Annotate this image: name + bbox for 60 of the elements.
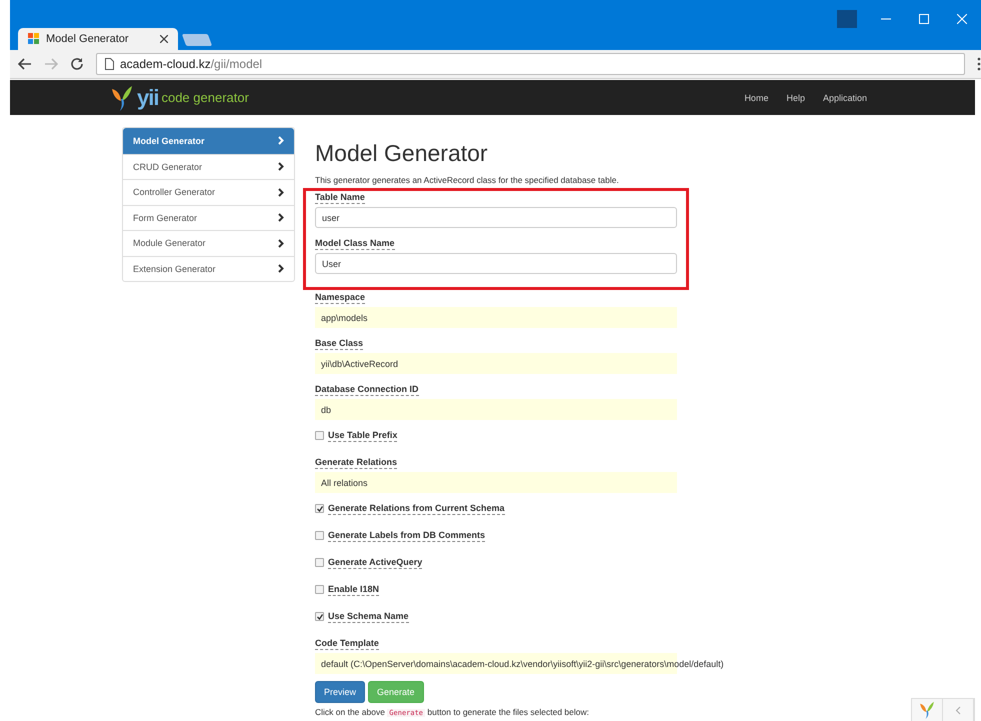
checkbox[interactable] bbox=[315, 431, 324, 440]
checkbox[interactable] bbox=[315, 558, 324, 567]
sidebar-item[interactable]: Model Generator bbox=[123, 128, 294, 154]
field-label: Code Template bbox=[315, 638, 379, 650]
logo[interactable]: yii code generator bbox=[110, 84, 249, 110]
input-field[interactable]: User bbox=[315, 253, 677, 274]
input-field[interactable]: yii\db\ActiveRecord bbox=[315, 353, 677, 374]
maximize-icon[interactable] bbox=[919, 14, 929, 24]
field-label: Namespace bbox=[315, 292, 366, 304]
chevron-icon bbox=[278, 264, 284, 274]
new-tab-button[interactable] bbox=[182, 34, 212, 46]
chevron-icon bbox=[278, 188, 284, 197]
field-label: Base Class bbox=[315, 338, 364, 350]
field-label: Generate Relations bbox=[315, 457, 398, 469]
chevron-icon bbox=[955, 706, 961, 714]
checkbox[interactable] bbox=[315, 585, 324, 594]
checkbox[interactable] bbox=[315, 612, 324, 621]
checkbox-label[interactable]: Generate Relations from Current Schema bbox=[328, 503, 505, 515]
nav-link[interactable]: Home bbox=[744, 92, 768, 102]
address-bar[interactable]: academ-cloud.kz/gii/model bbox=[96, 53, 965, 75]
sidebar-item[interactable]: Controller Generator bbox=[123, 179, 294, 204]
favicon-icon bbox=[28, 33, 40, 45]
checkbox-label[interactable]: Use Schema Name bbox=[328, 611, 409, 623]
sidebar-item[interactable]: Form Generator bbox=[123, 204, 294, 230]
close-tab-icon[interactable] bbox=[160, 35, 168, 43]
nav-link[interactable]: Application bbox=[822, 92, 867, 102]
checkbox[interactable] bbox=[315, 531, 324, 540]
back-icon[interactable] bbox=[18, 58, 32, 70]
checkbox-label[interactable]: Generate ActiveQuery bbox=[328, 557, 422, 569]
field-label: Database Connection ID bbox=[315, 384, 419, 396]
checkbox[interactable] bbox=[315, 504, 324, 513]
browser-tab[interactable]: Model Generator bbox=[18, 28, 178, 50]
input-field[interactable]: default (C:\OpenServer\domains\academ-cloud.kz\vendor\yiisoft\yii2-gii\src\generators\model/default) bbox=[315, 653, 726, 674]
sidebar-item[interactable]: Module Generator bbox=[123, 230, 294, 256]
chevron-icon bbox=[278, 238, 284, 248]
chevron-icon bbox=[278, 162, 284, 172]
checkbox-label[interactable]: Generate Labels from DB Comments bbox=[328, 530, 486, 542]
input-field[interactable]: db bbox=[315, 399, 677, 420]
close-icon[interactable] bbox=[957, 14, 967, 24]
checkbox-label[interactable]: Enable I18N bbox=[328, 584, 380, 596]
input-field[interactable]: All relations bbox=[315, 472, 677, 493]
chevron-icon bbox=[278, 136, 284, 146]
reload-icon[interactable] bbox=[70, 57, 84, 71]
field-label: Model Class Name bbox=[315, 238, 395, 250]
description: This generator generates an ActiveRecord class for the specified database table. bbox=[315, 175, 620, 185]
nav-link[interactable]: Help bbox=[786, 92, 805, 102]
sidebar-item[interactable]: Extension Generator bbox=[123, 256, 294, 281]
menu-icon[interactable] bbox=[977, 57, 981, 71]
logo-icon bbox=[918, 701, 936, 719]
url-text: academ-cloud.kz/gii/model bbox=[120, 57, 262, 71]
input-field[interactable]: app\models bbox=[315, 307, 677, 328]
input-field[interactable]: user bbox=[315, 207, 677, 228]
sidebar-item[interactable]: CRUD Generator bbox=[123, 154, 294, 179]
logo-icon bbox=[110, 84, 134, 110]
chevron-icon bbox=[278, 213, 284, 222]
field-label: Table Name bbox=[315, 192, 365, 204]
preview-button[interactable]: Preview bbox=[315, 681, 366, 703]
page-title: Model Generator bbox=[315, 140, 489, 167]
checkbox-label[interactable]: Use Table Prefix bbox=[328, 430, 398, 442]
page-icon bbox=[105, 58, 114, 70]
